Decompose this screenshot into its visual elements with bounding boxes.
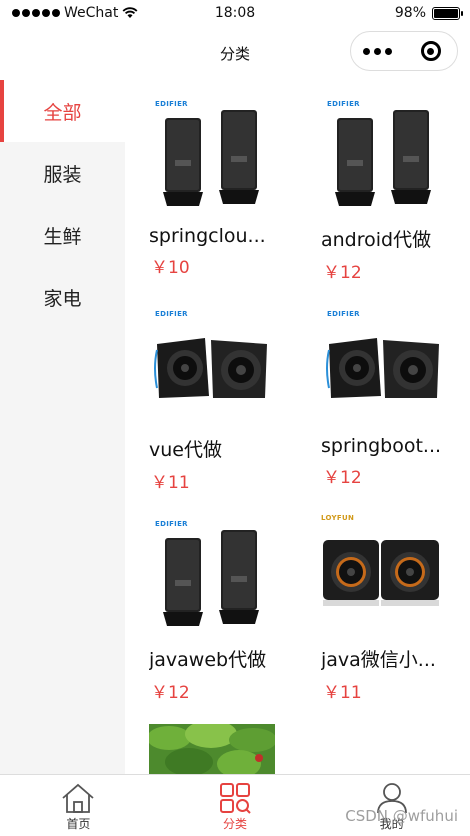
sidebar-item-all[interactable]: 全部 [0,80,125,142]
sidebar-item-clothing[interactable]: 服装 [0,142,125,204]
product-image: EDIFIER [149,304,275,430]
battery-icon [432,6,463,20]
brand-logo: EDIFIER [155,520,188,528]
sidebar-item-label: 家电 [43,287,82,310]
product-image: EDIFIER [149,94,275,220]
product-card[interactable]: LOYFUN java微信小... ￥11 [321,514,451,703]
mini-program-capsule [350,31,458,71]
product-name: java微信小... [321,649,436,671]
sidebar-item-label: 全部 [43,101,82,124]
home-icon [62,783,94,813]
product-price: ￥12 [323,263,362,283]
product-price: ￥12 [151,683,190,703]
tab-category[interactable]: 分类 [157,775,314,836]
product-image: EDIFIER [321,94,447,220]
product-image [149,724,275,774]
close-mini-program-icon[interactable] [404,41,457,61]
product-image: LOYFUN [321,514,447,640]
nav-bar: 分类 [0,28,470,78]
sidebar-item-fresh[interactable]: 生鲜 [0,204,125,266]
product-name: springclou... [149,225,266,247]
product-price: ￥12 [323,468,362,488]
sidebar-item-appliances[interactable]: 家电 [0,266,125,328]
tab-home-label: 首页 [66,817,91,831]
product-card[interactable]: EDIFIER springboot... ￥12 [321,304,451,488]
product-name: android代做 [321,229,432,251]
sidebar-item-label: 生鲜 [43,225,82,248]
product-price: ￥10 [151,258,190,278]
brand-logo: LOYFUN [321,514,355,522]
tab-profile[interactable]: 我的 [313,775,470,836]
product-card[interactable]: EDIFIER vue代做 ￥11 [149,304,279,493]
battery-status: 98% [394,5,463,21]
category-sidebar: 全部 服装 生鲜 家电 [0,80,125,774]
product-card[interactable]: EDIFIER springclou... ￥10 [149,94,279,278]
watermark: CSDN @wfuhui [345,807,458,825]
product-grid: EDIFIER springclou... ￥10 EDIFIER androi… [125,80,470,774]
more-menu-icon[interactable] [351,47,404,55]
sidebar-item-label: 服装 [43,163,82,186]
brand-logo: EDIFIER [155,310,188,318]
product-price: ￥11 [151,473,190,493]
product-image: EDIFIER [149,514,275,640]
brand-logo: EDIFIER [327,100,360,108]
tab-category-label: 分类 [223,817,248,831]
brand-logo: EDIFIER [155,100,188,108]
product-name: springboot... [321,435,442,457]
status-bar: WeChat 18:08 98% [0,0,470,28]
product-name: javaweb代做 [149,649,267,671]
product-card[interactable] [149,724,279,774]
battery-percent: 98% [394,5,426,21]
tab-home[interactable]: 首页 [0,775,157,836]
product-price: ￥11 [323,683,362,703]
product-name: vue代做 [149,439,222,461]
category-icon [220,783,251,814]
product-card[interactable]: EDIFIER javaweb代做 ￥12 [149,514,279,703]
tab-bar: 首页 分类 我的 [0,774,470,836]
product-image: EDIFIER [321,304,447,430]
battery-fill [434,8,458,18]
brand-logo: EDIFIER [327,310,360,318]
product-card[interactable]: EDIFIER android代做 ￥12 [321,94,451,283]
